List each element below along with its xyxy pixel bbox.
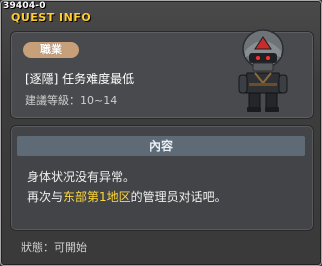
recommended-level-label: 建議等級： bbox=[25, 94, 80, 107]
job-badge: 職業 bbox=[23, 42, 79, 58]
status-label: 狀態： bbox=[21, 241, 54, 254]
recommended-level-value: 10~14 bbox=[80, 94, 118, 107]
armored-soldier-portrait-icon bbox=[238, 29, 288, 112]
recommended-level: 建議等級：10~14 bbox=[25, 92, 117, 108]
content-line-1: 身体状况没有异常。 bbox=[27, 170, 136, 184]
location-highlight: 东部第1地区 bbox=[63, 190, 131, 204]
content-line-2-prefix: 再次与 bbox=[27, 190, 64, 204]
status-value: 可開始 bbox=[54, 241, 87, 254]
quest-name: [逐隱] 任务难度最低 bbox=[25, 72, 135, 86]
content-line-2: 再次与东部第1地区的管理员对话吧。 bbox=[27, 188, 227, 205]
quest-info-window: 39404-0 QUEST INFO 職業 [逐隱] 任务难度最低 建議等級：1… bbox=[0, 0, 322, 266]
quest-content-panel: 內容 身体状况没有异常。 再次与东部第1地区的管理员对话吧。 bbox=[10, 125, 314, 231]
window-title: QUEST INFO bbox=[11, 11, 92, 24]
content-line-2-suffix: 的管理员对话吧。 bbox=[130, 190, 227, 204]
title-bar[interactable]: QUEST INFO bbox=[1, 9, 321, 27]
quest-status: 狀態：可開始 bbox=[21, 239, 87, 255]
content-header: 內容 bbox=[17, 136, 305, 156]
